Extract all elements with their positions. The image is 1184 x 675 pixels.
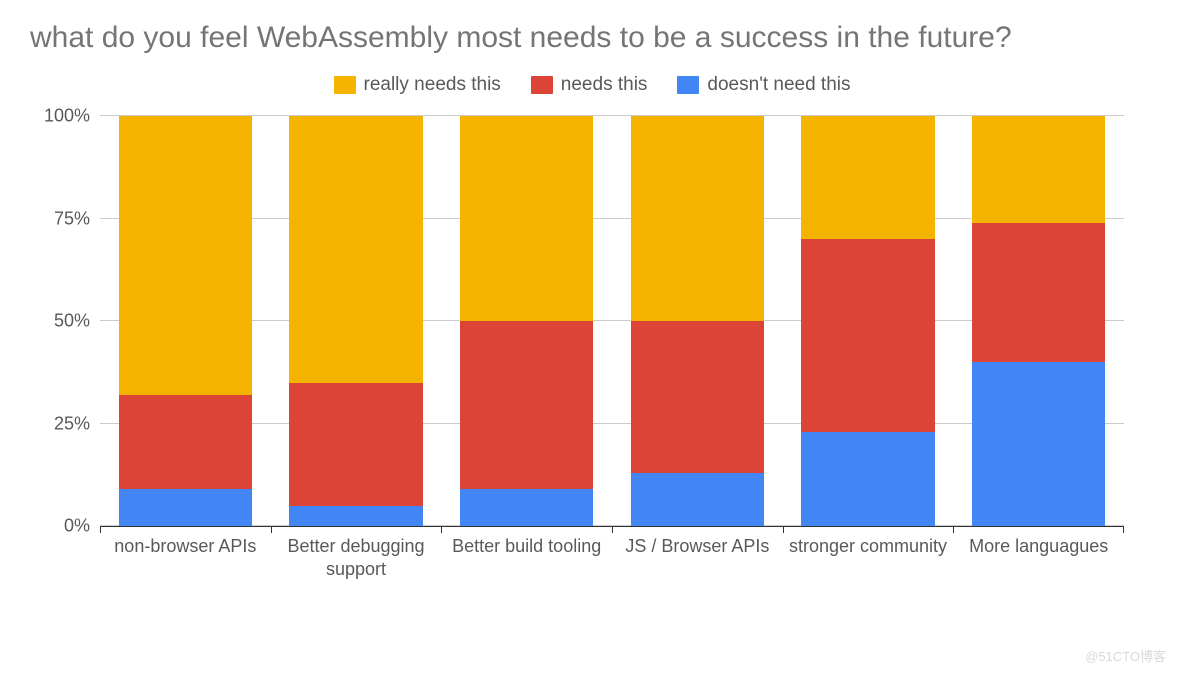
legend-label: needs this xyxy=(561,74,648,96)
y-tick-label: 25% xyxy=(30,413,90,434)
chart-title: what do you feel WebAssembly most needs … xyxy=(30,20,1154,56)
seg-needs-this xyxy=(289,383,422,506)
bar-slot xyxy=(441,116,612,526)
bars-group xyxy=(100,116,1124,526)
x-axis: non-browser APIs Better debugging suppor… xyxy=(100,526,1124,580)
x-tick-mark xyxy=(100,527,101,533)
x-tick-mark xyxy=(271,527,272,533)
seg-needs-this xyxy=(801,239,934,432)
x-tick-slot: non-browser APIs xyxy=(100,527,271,580)
x-tick-slot: Better debugging support xyxy=(271,527,442,580)
x-tick-mark xyxy=(612,527,613,533)
bar-non-browser-apis xyxy=(119,116,252,526)
seg-doesnt-need-this xyxy=(460,489,593,526)
x-label: More languagues xyxy=(965,535,1112,580)
y-tick-label: 50% xyxy=(30,311,90,332)
seg-needs-this xyxy=(119,395,252,489)
x-label: Better debugging support xyxy=(271,535,442,580)
y-tick-label: 75% xyxy=(30,208,90,229)
seg-really-needs-this xyxy=(289,116,422,383)
x-label: JS / Browser APIs xyxy=(621,535,773,580)
bar-slot xyxy=(271,116,442,526)
bar-slot xyxy=(612,116,783,526)
bar-slot xyxy=(100,116,271,526)
legend-label: really needs this xyxy=(364,74,501,96)
seg-really-needs-this xyxy=(119,116,252,395)
y-tick-label: 0% xyxy=(30,516,90,537)
y-tick-label: 100% xyxy=(30,106,90,127)
x-tick-mark xyxy=(441,527,442,533)
seg-doesnt-need-this xyxy=(631,473,764,526)
seg-needs-this xyxy=(972,223,1105,362)
x-tick-slot: Better build tooling xyxy=(441,527,612,580)
x-label: stronger community xyxy=(785,535,951,580)
seg-doesnt-need-this xyxy=(801,432,934,526)
seg-really-needs-this xyxy=(972,116,1105,223)
bar-better-build-tooling xyxy=(460,116,593,526)
bar-slot xyxy=(953,116,1124,526)
bar-stronger-community xyxy=(801,116,934,526)
stacked-bar-chart: what do you feel WebAssembly most needs … xyxy=(0,0,1184,675)
x-tick-slot: More languagues xyxy=(953,527,1124,580)
legend-swatch-really-needs-this xyxy=(334,76,356,94)
legend-swatch-doesnt-need-this xyxy=(677,76,699,94)
x-tick-mark xyxy=(1123,527,1124,533)
x-label: non-browser APIs xyxy=(110,535,260,580)
seg-doesnt-need-this xyxy=(972,362,1105,526)
legend-item-doesnt-need-this: doesn't need this xyxy=(677,74,850,96)
bar-better-debugging-support xyxy=(289,116,422,526)
bar-more-languages xyxy=(972,116,1105,526)
bar-slot xyxy=(783,116,954,526)
x-tick-slot: stronger community xyxy=(783,527,954,580)
seg-really-needs-this xyxy=(631,116,764,321)
bar-js-browser-apis xyxy=(631,116,764,526)
legend-item-needs-this: needs this xyxy=(531,74,648,96)
x-label: Better build tooling xyxy=(448,535,605,580)
legend-item-really-needs-this: really needs this xyxy=(334,74,501,96)
legend-label: doesn't need this xyxy=(707,74,850,96)
seg-really-needs-this xyxy=(801,116,934,239)
x-tick-slot: JS / Browser APIs xyxy=(612,527,783,580)
seg-really-needs-this xyxy=(460,116,593,321)
seg-doesnt-need-this xyxy=(119,489,252,526)
seg-needs-this xyxy=(460,321,593,489)
legend-swatch-needs-this xyxy=(531,76,553,94)
x-tick-mark xyxy=(953,527,954,533)
legend: really needs this needs this doesn't nee… xyxy=(30,74,1154,96)
plot-area: 0% 25% 50% 75% 100% xyxy=(100,116,1124,526)
seg-needs-this xyxy=(631,321,764,473)
x-tick-mark xyxy=(783,527,784,533)
watermark: @51CTO博客 xyxy=(1085,646,1166,665)
seg-doesnt-need-this xyxy=(289,506,422,527)
